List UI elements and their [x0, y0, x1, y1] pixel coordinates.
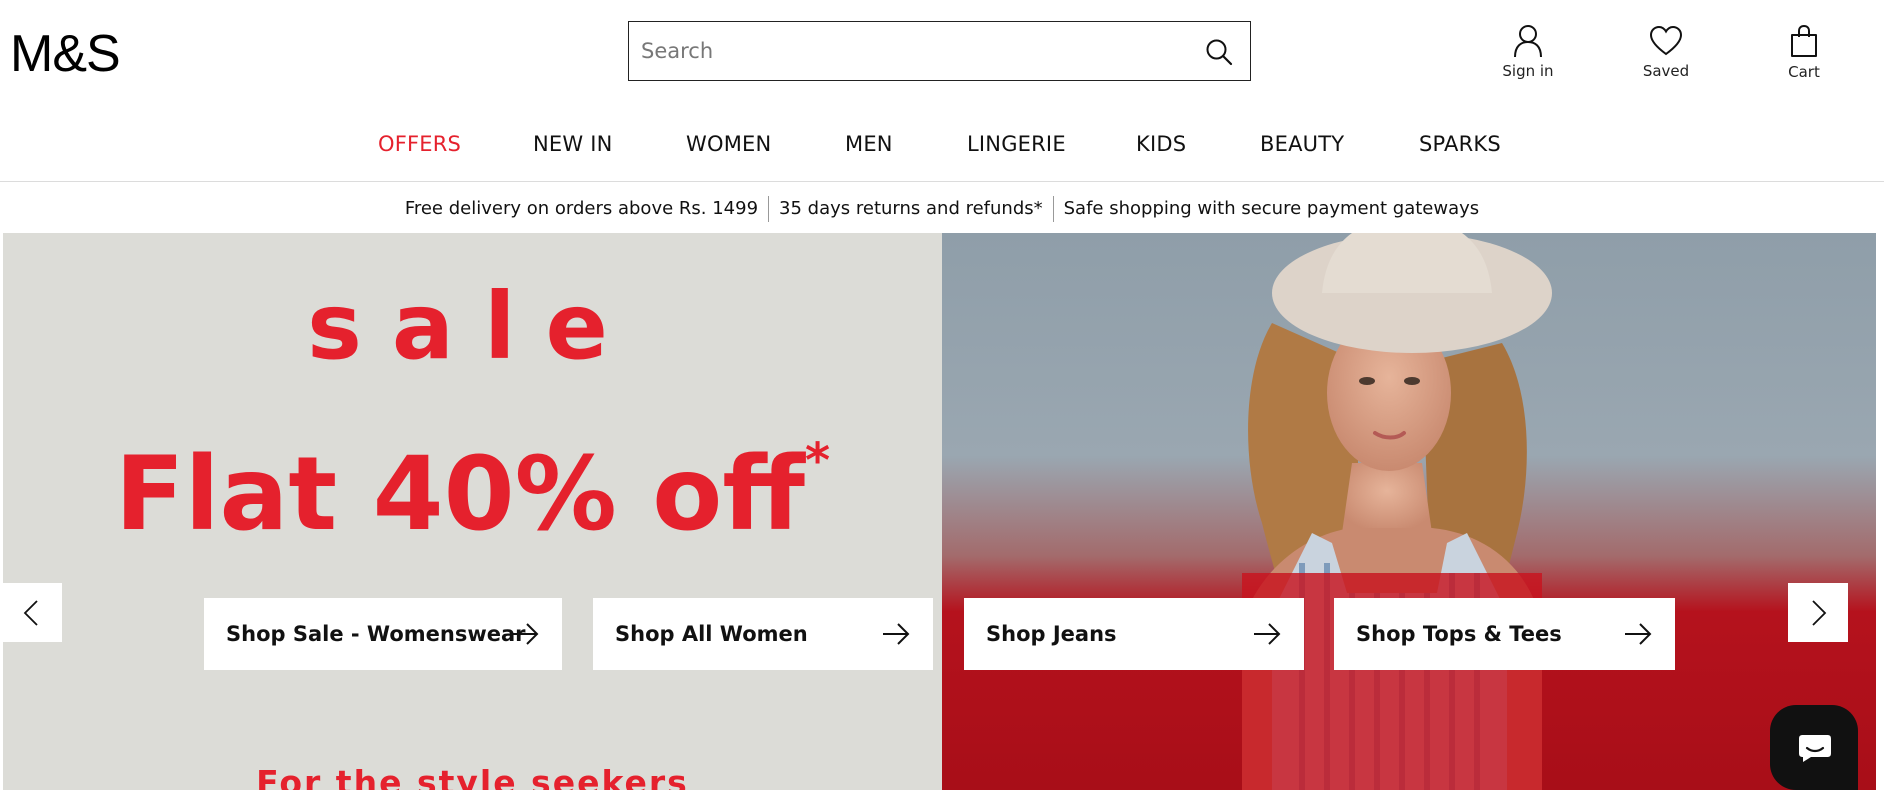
usp-returns: 35 days returns and refunds* — [779, 198, 1043, 219]
discount-text: Flat 40% off — [114, 435, 805, 554]
search-input[interactable] — [641, 34, 1181, 68]
nav-item-lingerie[interactable]: LINGERIE — [967, 132, 1066, 156]
cta-label: Shop All Women — [615, 622, 808, 646]
arrow-right-icon — [1254, 623, 1281, 645]
nav-divider — [0, 181, 1884, 182]
shop-jeans-button[interactable]: Shop Jeans — [964, 598, 1304, 670]
arrow-right-icon — [883, 623, 910, 645]
sale-heading: sale — [307, 273, 638, 380]
shop-all-women-button[interactable]: Shop All Women — [593, 598, 933, 670]
carousel-next-button[interactable] — [1788, 583, 1848, 642]
cart-label: Cart — [1788, 63, 1820, 81]
saved-button[interactable]: Saved — [1621, 24, 1711, 80]
hero-carousel: sale Flat 40% off* For the style seekers — [3, 233, 1876, 790]
chat-icon — [1799, 735, 1831, 762]
site-header: M&S Sign in Saved Cart — [0, 0, 1884, 110]
usp-secure: Safe shopping with secure payment gatewa… — [1063, 198, 1480, 219]
nav-item-offers[interactable]: OFFERS — [378, 132, 461, 156]
shop-tops-tees-button[interactable]: Shop Tops & Tees — [1334, 598, 1675, 670]
model-illustration — [1242, 233, 1552, 790]
nav-item-kids[interactable]: KIDS — [1136, 132, 1186, 156]
heart-icon — [1649, 25, 1683, 56]
sale-banner[interactable]: sale Flat 40% off* For the style seekers — [3, 233, 942, 790]
arrow-right-icon — [512, 623, 539, 645]
brand-logo[interactable]: M&S — [10, 26, 121, 82]
search-box[interactable] — [628, 21, 1251, 81]
model-photo[interactable] — [942, 233, 1876, 790]
arrow-right-icon — [1625, 623, 1652, 645]
cta-label: Shop Jeans — [986, 622, 1117, 646]
bag-icon — [1791, 24, 1817, 57]
cta-label: Shop Sale - Womenswear — [226, 622, 526, 646]
sign-in-button[interactable]: Sign in — [1483, 24, 1573, 80]
chevron-right-icon — [1812, 600, 1827, 626]
saved-label: Saved — [1642, 62, 1690, 80]
shop-sale-womenswear-button[interactable]: Shop Sale - Womenswear — [204, 598, 562, 670]
discount-headline: Flat 40% off* — [3, 433, 942, 554]
nav-item-sparks[interactable]: SPARKS — [1419, 132, 1501, 156]
search-icon[interactable] — [1204, 37, 1234, 67]
main-nav: OFFERS NEW IN WOMEN MEN LINGERIE KIDS BE… — [0, 130, 1884, 166]
cart-button[interactable]: Cart — [1759, 24, 1849, 81]
nav-item-new-in[interactable]: NEW IN — [533, 132, 613, 156]
discount-asterisk: * — [804, 433, 831, 489]
sign-in-label: Sign in — [1502, 62, 1554, 80]
carousel-prev-button[interactable] — [2, 583, 62, 642]
cta-label: Shop Tops & Tees — [1356, 622, 1562, 646]
usp-bar: Free delivery on orders above Rs. 1499 35… — [0, 196, 1884, 222]
user-icon — [1514, 25, 1542, 58]
hero-subline: For the style seekers — [256, 763, 689, 790]
nav-item-beauty[interactable]: BEAUTY — [1260, 132, 1344, 156]
nav-item-men[interactable]: MEN — [845, 132, 893, 156]
nav-item-women[interactable]: WOMEN — [686, 132, 771, 156]
usp-delivery: Free delivery on orders above Rs. 1499 — [404, 198, 759, 219]
chat-widget-button[interactable] — [1770, 705, 1858, 790]
chevron-left-icon — [23, 600, 38, 626]
